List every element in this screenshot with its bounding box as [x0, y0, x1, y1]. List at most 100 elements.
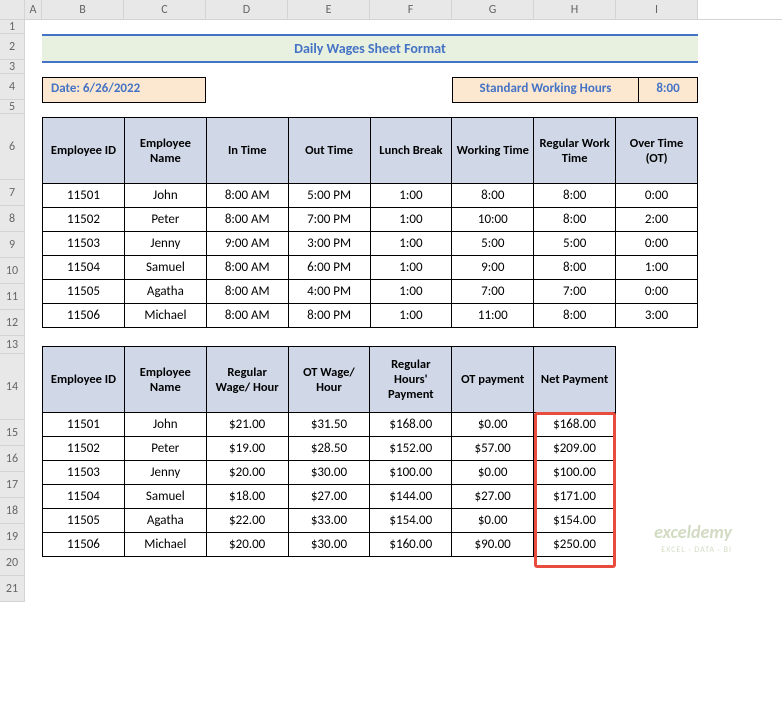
cell[interactable]: 11502: [43, 437, 125, 461]
cell[interactable]: 9:00 AM: [206, 232, 288, 256]
cell[interactable]: 4:00 PM: [288, 280, 370, 304]
cell[interactable]: 5:00: [452, 232, 534, 256]
cell[interactable]: $27.00: [288, 485, 370, 509]
cell[interactable]: 11504: [43, 485, 125, 509]
cell[interactable]: 1:00: [616, 256, 698, 280]
table-row[interactable]: 11506Michael8:00 AM8:00 PM1:0011:008:003…: [43, 304, 698, 328]
table-row[interactable]: 11502Peter$19.00$28.50$152.00$57.00$209.…: [43, 437, 616, 461]
cell[interactable]: $168.00: [534, 413, 616, 437]
cell[interactable]: Agatha: [124, 280, 206, 304]
cell[interactable]: 11502: [43, 208, 125, 232]
cell[interactable]: 10:00: [452, 208, 534, 232]
cell[interactable]: 7:00: [452, 280, 534, 304]
cell[interactable]: $30.00: [288, 461, 370, 485]
cell[interactable]: $250.00: [534, 533, 616, 557]
row-header-12[interactable]: 12: [0, 310, 25, 336]
cell[interactable]: $100.00: [370, 461, 452, 485]
cell[interactable]: Jenny: [124, 232, 206, 256]
cell[interactable]: $21.00: [206, 413, 288, 437]
cell[interactable]: $0.00: [452, 509, 534, 533]
col-header-C[interactable]: C: [124, 0, 206, 19]
cell[interactable]: $209.00: [534, 437, 616, 461]
cell[interactable]: 5:00 PM: [288, 184, 370, 208]
table-row[interactable]: 11504Samuel$18.00$27.00$144.00$27.00$171…: [43, 485, 616, 509]
row-header-9[interactable]: 9: [0, 232, 25, 258]
cell[interactable]: John: [124, 413, 206, 437]
cell[interactable]: 11506: [43, 533, 125, 557]
table-row[interactable]: 11504Samuel8:00 AM6:00 PM1:009:008:001:0…: [43, 256, 698, 280]
col-header-D[interactable]: D: [206, 0, 288, 19]
cell[interactable]: $30.00: [288, 533, 370, 557]
cell[interactable]: 0:00: [616, 232, 698, 256]
row-header-4[interactable]: 4: [0, 74, 25, 100]
row-header-21[interactable]: 21: [0, 576, 25, 602]
col-header-F[interactable]: F: [370, 0, 452, 19]
row-header-2[interactable]: 2: [0, 34, 25, 60]
cell[interactable]: 11505: [43, 280, 125, 304]
table-row[interactable]: 11501John8:00 AM5:00 PM1:008:008:000:00: [43, 184, 698, 208]
cell[interactable]: $168.00: [370, 413, 452, 437]
select-all-corner[interactable]: [0, 0, 25, 20]
cell[interactable]: 2:00: [616, 208, 698, 232]
row-header-1[interactable]: 1: [0, 20, 25, 34]
col-header-A[interactable]: A: [25, 0, 42, 19]
cell[interactable]: $22.00: [206, 509, 288, 533]
cell[interactable]: 11503: [43, 461, 125, 485]
cell[interactable]: 8:00 AM: [206, 304, 288, 328]
table-row[interactable]: 11501John$21.00$31.50$168.00$0.00$168.00: [43, 413, 616, 437]
table-row[interactable]: 11503Jenny9:00 AM3:00 PM1:005:005:000:00: [43, 232, 698, 256]
cell[interactable]: 8:00 AM: [206, 256, 288, 280]
cell[interactable]: 1:00: [370, 256, 452, 280]
cell[interactable]: 8:00 AM: [206, 280, 288, 304]
cell[interactable]: $0.00: [452, 461, 534, 485]
row-header-15[interactable]: 15: [0, 420, 25, 446]
cell[interactable]: $90.00: [452, 533, 534, 557]
cell[interactable]: $171.00: [534, 485, 616, 509]
cell[interactable]: $20.00: [206, 533, 288, 557]
cell[interactable]: $27.00: [452, 485, 534, 509]
cell[interactable]: 1:00: [370, 280, 452, 304]
cell[interactable]: $100.00: [534, 461, 616, 485]
cell[interactable]: 8:00: [534, 304, 616, 328]
col-header-G[interactable]: G: [452, 0, 534, 19]
cell[interactable]: 8:00: [452, 184, 534, 208]
row-header-16[interactable]: 16: [0, 446, 25, 472]
row-header-19[interactable]: 19: [0, 524, 25, 550]
cell[interactable]: 8:00: [534, 256, 616, 280]
col-header-B[interactable]: B: [42, 0, 124, 19]
cell[interactable]: Michael: [124, 304, 206, 328]
cell[interactable]: Samuel: [124, 485, 206, 509]
cell[interactable]: $19.00: [206, 437, 288, 461]
cell[interactable]: 8:00 PM: [288, 304, 370, 328]
cell[interactable]: 9:00: [452, 256, 534, 280]
row-header-6[interactable]: 6: [0, 114, 25, 180]
cell[interactable]: 0:00: [616, 280, 698, 304]
cell[interactable]: 1:00: [370, 184, 452, 208]
row-header-11[interactable]: 11: [0, 284, 25, 310]
cell[interactable]: 8:00 AM: [206, 208, 288, 232]
cell[interactable]: Jenny: [124, 461, 206, 485]
table-row[interactable]: 11503Jenny$20.00$30.00$100.00$0.00$100.0…: [43, 461, 616, 485]
row-header-8[interactable]: 8: [0, 206, 25, 232]
cell[interactable]: 11:00: [452, 304, 534, 328]
cell[interactable]: $57.00: [452, 437, 534, 461]
cell[interactable]: Michael: [124, 533, 206, 557]
cell[interactable]: Agatha: [124, 509, 206, 533]
cell[interactable]: 1:00: [370, 304, 452, 328]
cell[interactable]: 8:00: [534, 208, 616, 232]
cell[interactable]: $0.00: [452, 413, 534, 437]
cell[interactable]: 11506: [43, 304, 125, 328]
cell[interactable]: 11503: [43, 232, 125, 256]
cell[interactable]: 3:00: [616, 304, 698, 328]
cell[interactable]: 0:00: [616, 184, 698, 208]
row-header-14[interactable]: 14: [0, 354, 25, 420]
cell[interactable]: 5:00: [534, 232, 616, 256]
cell[interactable]: 8:00 AM: [206, 184, 288, 208]
cell[interactable]: $154.00: [370, 509, 452, 533]
cell[interactable]: $31.50: [288, 413, 370, 437]
table-row[interactable]: 11502Peter8:00 AM7:00 PM1:0010:008:002:0…: [43, 208, 698, 232]
cell[interactable]: $18.00: [206, 485, 288, 509]
cell[interactable]: 11501: [43, 184, 125, 208]
row-header-13[interactable]: 13: [0, 336, 25, 354]
cell[interactable]: 11505: [43, 509, 125, 533]
